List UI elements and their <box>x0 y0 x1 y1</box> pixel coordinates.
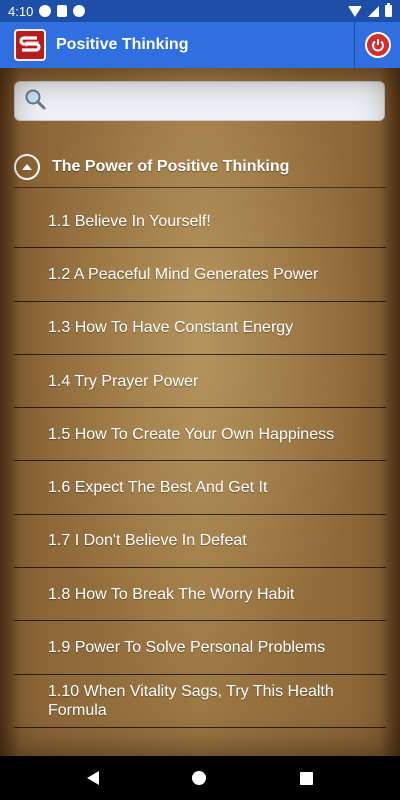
home-icon[interactable] <box>192 771 207 785</box>
group-title: The Power of Positive Thinking <box>52 157 290 175</box>
power-button[interactable] <box>354 22 400 68</box>
battery-icon <box>385 3 392 17</box>
status-left: 4:10 <box>8 3 86 19</box>
list-item-label: 1.6 Expect The Best And Get It <box>48 479 268 497</box>
list-item-label: 1.2 A Peaceful Mind Generates Power <box>48 265 319 283</box>
list-item-label: 1.4 Try Prayer Power <box>48 372 199 390</box>
navigation-bar <box>0 756 400 800</box>
back-icon[interactable] <box>86 771 99 785</box>
list-item[interactable]: 1.7 I Don't Believe In Defeat <box>14 515 386 569</box>
list-item-label: 1.9 Power To Solve Personal Problems <box>48 639 326 657</box>
list-item-label: 1.1 Believe In Yourself! <box>48 212 211 230</box>
content-area: The Power of Positive Thinking 1.1 Belie… <box>0 68 400 756</box>
power-icon <box>364 32 391 58</box>
list-item-label: 1.8 How To Break The Worry Habit <box>48 585 295 603</box>
list-item-label: 1.5 How To Create Your Own Happiness <box>48 425 335 443</box>
list-item-label: 1.10 When Vitality Sags, Try This Health… <box>48 682 334 719</box>
list-item[interactable]: 1.8 How To Break The Worry Habit <box>14 568 386 622</box>
list-item[interactable]: 1.4 Try Prayer Power <box>14 355 386 409</box>
list-item[interactable]: 1.10 When Vitality Sags, Try This Health… <box>14 675 386 728</box>
status-bar: 4:10 <box>0 0 400 22</box>
chapter-list: 1.1 Believe In Yourself! 1.2 A Peaceful … <box>14 195 386 728</box>
status-right <box>348 3 392 17</box>
recents-icon[interactable] <box>300 771 314 785</box>
search-bar[interactable] <box>14 81 385 121</box>
collapse-arrow-icon[interactable] <box>14 153 40 180</box>
p-icon <box>39 5 52 17</box>
search-icon <box>23 87 47 116</box>
status-time: 4:10 <box>8 3 34 19</box>
list-item[interactable]: 1.2 A Peaceful Mind Generates Power <box>14 248 386 302</box>
app-logo-icon <box>14 29 46 61</box>
wifi-icon <box>348 5 362 17</box>
sd-card-icon <box>57 5 68 17</box>
signal-icon <box>368 5 379 17</box>
p-icon <box>73 5 86 17</box>
list-item[interactable]: 1.1 Believe In Yourself! <box>14 195 386 249</box>
list-item[interactable]: 1.6 Expect The Best And Get It <box>14 461 386 515</box>
list-item-label: 1.3 How To Have Constant Energy <box>48 319 294 337</box>
group-header[interactable]: The Power of Positive Thinking <box>14 146 386 188</box>
list-item[interactable]: 1.5 How To Create Your Own Happiness <box>14 408 386 462</box>
app-bar: Positive Thinking <box>0 22 400 68</box>
list-item-label: 1.7 I Don't Believe In Defeat <box>48 532 247 550</box>
search-input[interactable] <box>53 83 373 119</box>
list-item[interactable]: 1.3 How To Have Constant Energy <box>14 302 386 355</box>
list-item[interactable]: 1.9 Power To Solve Personal Problems <box>14 621 386 675</box>
app-title: Positive Thinking <box>56 36 189 53</box>
